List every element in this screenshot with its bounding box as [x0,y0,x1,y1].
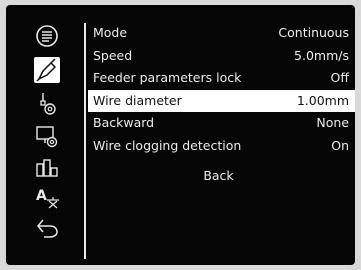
menu-row-backward[interactable]: Backward None [88,112,355,135]
row-value: None [316,115,349,130]
sidebar-divider [84,23,86,259]
settings-menu: Mode Continuous Speed 5.0mm/s Feeder par… [88,22,355,188]
menu-row-speed[interactable]: Speed 5.0mm/s [88,45,355,68]
language-icon-letter: A [36,188,47,204]
row-label: Speed [93,47,133,63]
menu-row-wire-diameter[interactable]: Wire diameter 1.00mm [88,89,355,112]
display-settings-icon[interactable] [34,123,60,149]
back-label: Back [203,168,234,183]
sidebar: A [14,17,74,259]
language-icon[interactable]: A [34,185,60,211]
return-icon[interactable] [34,215,60,241]
row-label: Mode [93,25,128,40]
row-value: Off [330,70,349,85]
wire-feeder-icon[interactable] [34,57,60,83]
row-label: Wire clogging detection [93,137,242,153]
row-label: Wire diameter [93,92,182,108]
menu-row-feeder-lock[interactable]: Feeder parameters lock Off [88,67,355,90]
row-value: 1.00mm [296,92,349,108]
bar-layout-icon[interactable] [34,155,60,181]
list-icon[interactable] [34,23,60,49]
back-button[interactable]: Back [88,165,355,188]
torch-settings-icon[interactable] [34,91,60,117]
menu-row-wire-clogging[interactable]: Wire clogging detection On [88,135,355,158]
row-label: Backward [93,115,155,130]
row-value: Continuous [278,25,349,40]
device-screen: A Mode Continuous Speed 5.0mm/s Feeder p… [6,5,355,265]
row-value: 5.0mm/s [294,47,349,63]
row-value: On [331,137,349,153]
menu-row-mode[interactable]: Mode Continuous [88,22,355,45]
row-label: Feeder parameters lock [93,70,242,85]
